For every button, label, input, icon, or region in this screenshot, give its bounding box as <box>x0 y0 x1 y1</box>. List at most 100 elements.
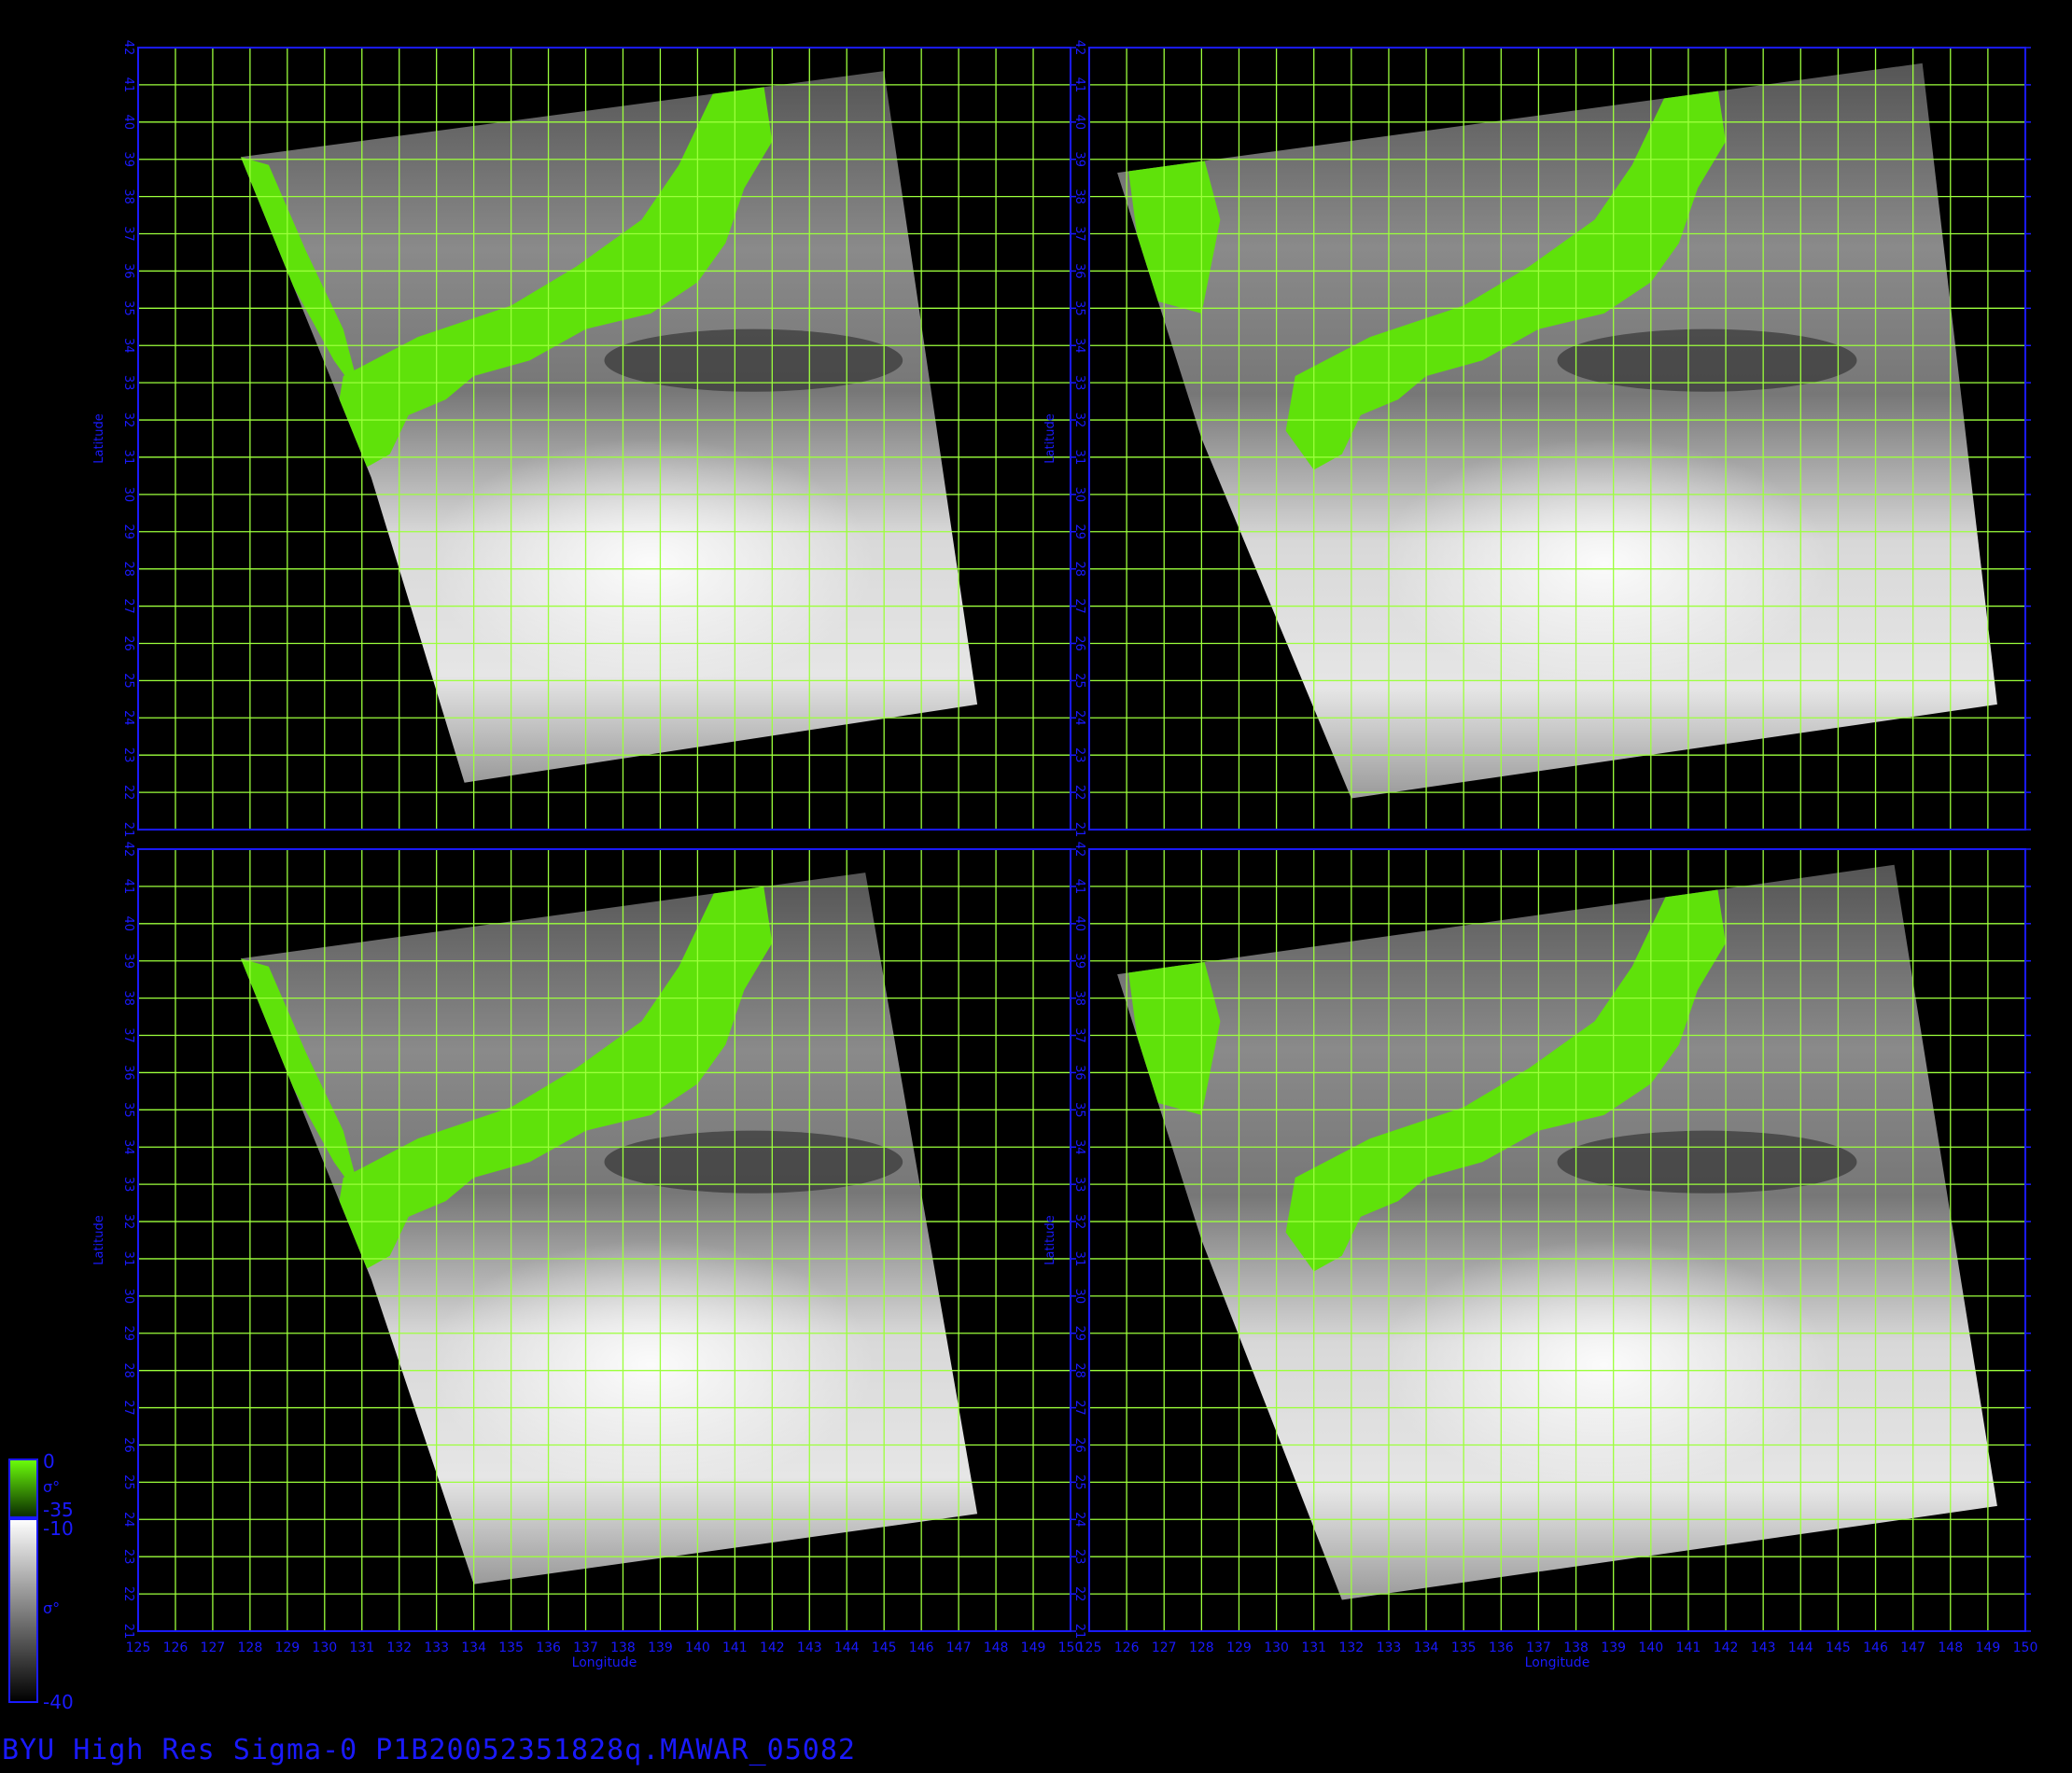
latitude-axis-label: Latitude <box>92 1215 106 1265</box>
latitude-tick-label: 37 <box>1072 1027 1086 1043</box>
latitude-tick-label: 30 <box>1072 487 1086 503</box>
latitude-tick-label: 31 <box>121 1251 135 1267</box>
ocean-swatch <box>1117 63 1997 799</box>
longitude-tick-label: 127 <box>1152 1640 1177 1655</box>
latitude-tick-label: 23 <box>121 747 135 763</box>
longitude-tick-label: 126 <box>1114 1640 1140 1655</box>
longitude-tick-label: 136 <box>1489 1640 1514 1655</box>
longitude-tick-label: 138 <box>1563 1640 1589 1655</box>
longitude-tick-label: 143 <box>1751 1640 1776 1655</box>
latitude-tick-label: 33 <box>1072 375 1086 391</box>
longitude-tick-label: 134 <box>1414 1640 1439 1655</box>
latitude-tick-label: 42 <box>121 842 135 858</box>
longitude-tick-label: 125 <box>1077 1640 1102 1655</box>
latitude-tick-label: 39 <box>121 953 135 969</box>
longitude-axis-label: Longitude <box>1525 1655 1590 1670</box>
bright-backscatter-region <box>1379 1240 1829 1491</box>
ocean-swatch <box>1117 864 1997 1600</box>
longitude-tick-label: 143 <box>797 1640 822 1655</box>
longitude-tick-label: 148 <box>1938 1640 1963 1655</box>
latitude-tick-label: 35 <box>1072 300 1086 316</box>
latitude-tick-label: 24 <box>121 710 135 726</box>
longitude-tick-label: 135 <box>1451 1640 1477 1655</box>
latitude-tick-label: 40 <box>1072 115 1086 131</box>
longitude-tick-label: 128 <box>1189 1640 1214 1655</box>
figure-caption: BYU High Res Sigma-0 P1B20052351828q.MAW… <box>2 1734 856 1766</box>
longitude-tick-label: 145 <box>1826 1640 1851 1655</box>
latitude-tick-label: 29 <box>1072 1325 1086 1341</box>
latitude-tick-label: 28 <box>121 1362 135 1378</box>
latitude-tick-label: 39 <box>1072 151 1086 167</box>
latitude-axis-label: Latitude <box>1043 413 1057 464</box>
latitude-tick-label: 30 <box>121 487 135 503</box>
latitude-tick-label: 24 <box>1072 710 1086 726</box>
latitude-tick-label: 38 <box>121 990 135 1006</box>
latitude-tick-label: 34 <box>121 1139 135 1155</box>
latitude-tick-label: 23 <box>121 1549 135 1565</box>
latitude-axis-label: Latitude <box>92 413 106 464</box>
longitude-tick-label: 134 <box>461 1640 486 1655</box>
latitude-tick-label: 38 <box>121 188 135 204</box>
latitude-tick-label: 37 <box>1072 226 1086 242</box>
latitude-tick-label: 31 <box>1072 1251 1086 1267</box>
map-panel-bottom-left: 21 22 23 24 25 26 27 28 29 30 31 32 33 34 35 36 37 38 39 40… <box>92 842 1083 1670</box>
latitude-tick-label: 22 <box>121 1586 135 1602</box>
latitude-tick-label: 23 <box>1072 747 1086 763</box>
longitude-tick-label: 144 <box>834 1640 860 1655</box>
latitude-tick-label: 25 <box>1072 673 1086 689</box>
latitude-tick-label: 29 <box>121 1325 135 1341</box>
latitude-tick-label: 21 <box>121 1624 135 1640</box>
longitude-tick-label: 137 <box>1526 1640 1551 1655</box>
longitude-tick-label: 139 <box>648 1640 673 1655</box>
longitude-tick-label: 141 <box>1676 1640 1701 1655</box>
latitude-tick-label: 25 <box>1072 1474 1086 1490</box>
sigma0-figure: 21 22 23 24 25 26 27 28 29 30 31 32 33 34 35 36 37 38 39 40… <box>8 40 2037 1703</box>
latitude-tick-label: 34 <box>1072 1139 1086 1155</box>
latitude-tick-label: 21 <box>1072 1624 1086 1640</box>
longitude-tick-label: 140 <box>1638 1640 1663 1655</box>
longitude-axis-label: Longitude <box>572 1655 637 1670</box>
latitude-tick-label: 34 <box>121 338 135 354</box>
latitude-tick-label: 39 <box>121 151 135 167</box>
longitude-tick-label: 142 <box>1714 1640 1739 1655</box>
longitude-tick-label: 147 <box>946 1640 972 1655</box>
latitude-tick-label: 22 <box>1072 785 1086 801</box>
bright-backscatter-region <box>1379 439 1829 690</box>
longitude-tick-label: 146 <box>1863 1640 1888 1655</box>
longitude-tick-label: 126 <box>163 1640 189 1655</box>
latitude-tick-label: 29 <box>1072 524 1086 539</box>
latitude-tick-label: 37 <box>121 1027 135 1043</box>
longitude-tick-label: 131 <box>349 1640 374 1655</box>
longitude-tick-label: 130 <box>1264 1640 1289 1655</box>
longitude-tick-label: 127 <box>201 1640 226 1655</box>
latitude-tick-label: 25 <box>121 673 135 689</box>
land-korea <box>1127 950 1221 1115</box>
latitude-tick-label: 36 <box>1072 263 1086 279</box>
latitude-tick-label: 26 <box>1072 635 1086 651</box>
latitude-tick-label: 38 <box>1072 188 1086 204</box>
latitude-tick-label: 25 <box>121 1474 135 1490</box>
map-panel-top-left: 21 22 23 24 25 26 27 28 29 30 31 32 33 34 35 36 37 38 39 40… <box>92 40 1076 837</box>
latitude-tick-label: 26 <box>1072 1437 1086 1453</box>
longitude-tick-label: 141 <box>722 1640 748 1655</box>
latitude-tick-label: 34 <box>1072 338 1086 354</box>
longitude-tick-label: 133 <box>1377 1640 1402 1655</box>
latitude-tick-label: 27 <box>1072 598 1086 614</box>
longitude-tick-label: 147 <box>1900 1640 1925 1655</box>
colorbar-land-max: 0 <box>43 1450 55 1473</box>
colorbar-ocean-swatch <box>8 1518 38 1703</box>
latitude-tick-label: 42 <box>121 40 135 56</box>
latitude-tick-label: 32 <box>1072 1214 1086 1230</box>
latitude-tick-label: 24 <box>1072 1512 1086 1528</box>
longitude-tick-label: 145 <box>872 1640 897 1655</box>
longitude-tick-label: 144 <box>1788 1640 1813 1655</box>
latitude-tick-label: 27 <box>1072 1400 1086 1416</box>
latitude-tick-label: 22 <box>1072 1586 1086 1602</box>
longitude-tick-label: 133 <box>424 1640 449 1655</box>
latitude-tick-label: 23 <box>1072 1549 1086 1565</box>
latitude-tick-label: 28 <box>121 561 135 577</box>
longitude-tick-label: 125 <box>126 1640 151 1655</box>
longitude-tick-label: 129 <box>274 1640 300 1655</box>
latitude-tick-label: 26 <box>121 1437 135 1453</box>
colorbar-ocean-min: -40 <box>43 1691 74 1713</box>
